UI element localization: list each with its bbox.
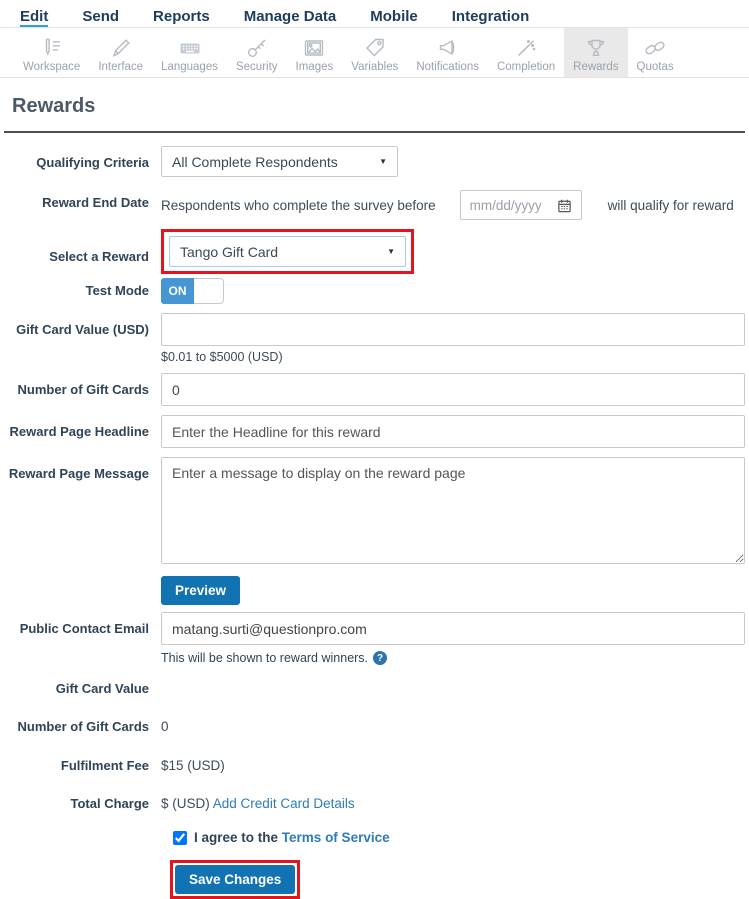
toolbar-item-interface[interactable]: Interface <box>89 28 152 77</box>
total-charge-row: Total Charge $ (USD) Add Credit Card Det… <box>0 796 749 812</box>
agreement-row: I agree to the Terms of Service <box>173 830 749 845</box>
toolbar-label: Security <box>236 61 278 73</box>
nav-manage-data[interactable]: Manage Data <box>244 8 337 27</box>
agreement-text: I agree to the <box>194 830 278 845</box>
toolbar-label: Quotas <box>637 61 674 73</box>
toolbar-label: Rewards <box>573 61 618 73</box>
nav-integration[interactable]: Integration <box>452 8 530 27</box>
help-icon[interactable]: ? <box>373 651 387 665</box>
test-mode-label: Test Mode <box>0 278 161 299</box>
annotation-highlight-select-reward: Tango Gift Card ▼ <box>161 229 414 274</box>
test-mode-toggle[interactable]: ON <box>161 278 224 304</box>
reward-end-date-input[interactable]: mm/dd/yyyy <box>460 190 582 220</box>
quotas-icon <box>643 34 667 60</box>
fulfilment-fee-value: $15 (USD) <box>161 758 225 774</box>
reward-page-message-row: Reward Page Message Preview <box>0 457 749 605</box>
toolbar-item-quotas[interactable]: Quotas <box>628 28 683 77</box>
interface-icon <box>109 34 133 60</box>
qualifying-criteria-label: Qualifying Criteria <box>0 146 161 171</box>
qualifying-criteria-row: Qualifying Criteria All Complete Respond… <box>0 146 749 177</box>
images-icon <box>302 34 326 60</box>
toggle-on-label: ON <box>161 278 194 304</box>
page-title: Rewards <box>12 95 749 118</box>
title-divider <box>4 131 745 133</box>
reward-page-headline-label: Reward Page Headline <box>0 415 161 440</box>
summary-gift-card-value-row: Gift Card Value <box>0 681 749 697</box>
toolbar-item-workspace[interactable]: Workspace <box>14 28 89 77</box>
summary-number-of-gift-cards: 0 <box>161 719 169 735</box>
summary-number-of-gift-cards-row: Number of Gift Cards 0 <box>0 719 749 735</box>
variables-icon <box>363 34 387 60</box>
fulfilment-fee-row: Fulfilment Fee $15 (USD) <box>0 758 749 774</box>
gift-card-value-label: Gift Card Value (USD) <box>0 313 161 338</box>
toolbar-item-notifications[interactable]: Notifications <box>407 28 488 77</box>
toolbar-item-variables[interactable]: Variables <box>342 28 407 77</box>
top-nav: Edit Send Reports Manage Data Mobile Int… <box>0 0 749 28</box>
fulfilment-fee-label: Fulfilment Fee <box>0 758 161 774</box>
terms-of-service-link[interactable]: Terms of Service <box>282 830 390 845</box>
test-mode-row: Test Mode ON <box>0 278 749 304</box>
toolbar-label: Workspace <box>23 61 80 73</box>
public-contact-email-helper: This will be shown to reward winners. <box>161 651 368 665</box>
add-credit-card-link[interactable]: Add Credit Card Details <box>213 796 355 811</box>
summary-gift-card-value-label: Gift Card Value <box>0 681 161 697</box>
nav-send[interactable]: Send <box>82 8 119 27</box>
chevron-down-icon: ▼ <box>379 157 387 166</box>
public-contact-email-input[interactable] <box>161 612 745 645</box>
summary-number-of-gift-cards-label: Number of Gift Cards <box>0 719 161 735</box>
chevron-down-icon: ▼ <box>387 247 395 256</box>
gift-card-value-helper: $0.01 to $5000 (USD) <box>161 350 745 364</box>
nav-mobile[interactable]: Mobile <box>370 8 418 27</box>
total-charge-label: Total Charge <box>0 796 161 812</box>
number-of-gift-cards-input[interactable] <box>161 373 745 406</box>
select-reward-label: Select a Reward <box>0 229 161 265</box>
reward-end-date-suffix: will qualify for reward <box>608 198 734 213</box>
date-placeholder: mm/dd/yyyy <box>470 198 542 213</box>
nav-edit[interactable]: Edit <box>20 8 48 27</box>
toolbar-item-images[interactable]: Images <box>287 28 343 77</box>
select-reward-value: Tango Gift Card <box>180 244 278 260</box>
toolbar-item-languages[interactable]: Languages <box>152 28 227 77</box>
toolbar-item-rewards[interactable]: Rewards <box>564 28 627 77</box>
select-reward-select[interactable]: Tango Gift Card ▼ <box>169 236 406 267</box>
reward-end-date-label: Reward End Date <box>0 186 161 211</box>
toolbar-label: Images <box>296 61 334 73</box>
qualifying-criteria-value: All Complete Respondents <box>172 154 338 170</box>
toolbar-item-completion[interactable]: Completion <box>488 28 564 77</box>
reward-page-headline-input[interactable] <box>161 415 745 448</box>
select-reward-row: Select a Reward Tango Gift Card ▼ <box>0 229 749 274</box>
gift-card-value-input[interactable] <box>161 313 745 346</box>
toolbar-label: Variables <box>351 61 398 73</box>
reward-page-headline-row: Reward Page Headline <box>0 415 749 448</box>
toolbar-label: Completion <box>497 61 555 73</box>
number-of-gift-cards-row: Number of Gift Cards <box>0 373 749 406</box>
public-contact-email-label: Public Contact Email <box>0 612 161 637</box>
terms-checkbox[interactable] <box>173 831 187 845</box>
nav-reports[interactable]: Reports <box>153 8 210 27</box>
qualifying-criteria-select[interactable]: All Complete Respondents ▼ <box>161 146 398 177</box>
security-icon <box>245 34 269 60</box>
rewards-form: Qualifying Criteria All Complete Respond… <box>0 146 749 899</box>
gift-card-value-row: Gift Card Value (USD) $0.01 to $5000 (US… <box>0 313 749 364</box>
workspace-icon <box>40 34 64 60</box>
languages-icon <box>178 34 202 60</box>
public-contact-email-row: Public Contact Email This will be shown … <box>0 612 749 665</box>
preview-button[interactable]: Preview <box>161 576 240 605</box>
toggle-knob <box>194 278 224 304</box>
reward-end-date-row: Reward End Date Respondents who complete… <box>0 186 749 220</box>
reward-end-date-prefix: Respondents who complete the survey befo… <box>161 198 436 213</box>
toolbar-item-security[interactable]: Security <box>227 28 287 77</box>
notifications-icon <box>436 34 460 60</box>
total-charge-value: $ (USD) <box>161 796 210 811</box>
rewards-icon <box>584 34 608 60</box>
reward-page-message-label: Reward Page Message <box>0 457 161 482</box>
toolbar-label: Languages <box>161 61 218 73</box>
edit-toolbar: Workspace Interface Languages <box>0 28 749 78</box>
completion-icon <box>514 34 538 60</box>
toolbar-label: Notifications <box>416 61 479 73</box>
number-of-gift-cards-label: Number of Gift Cards <box>0 373 161 398</box>
calendar-icon[interactable] <box>557 198 572 213</box>
reward-page-message-textarea[interactable] <box>161 457 745 564</box>
toolbar-label: Interface <box>98 61 143 73</box>
